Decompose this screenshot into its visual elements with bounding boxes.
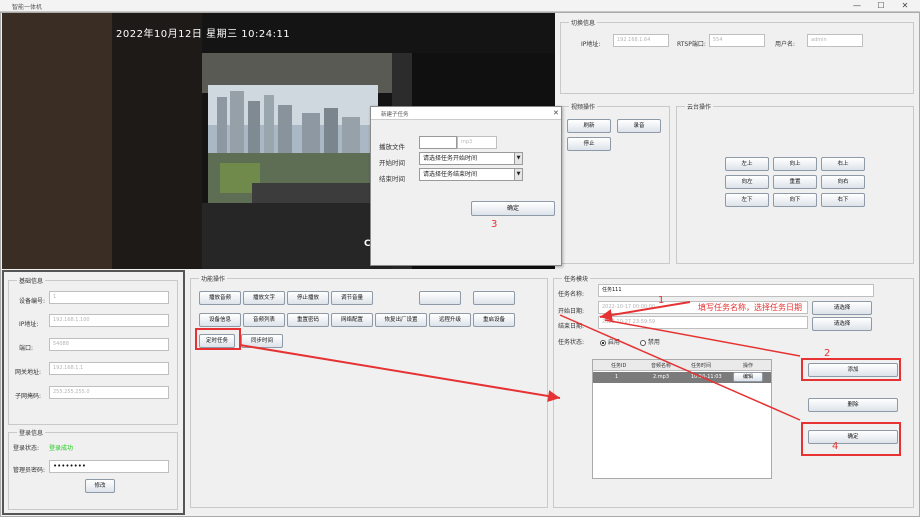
dialog-titlebar: 新建子任务 ✕ — [371, 107, 561, 120]
start-time-label: 开始时间 — [379, 159, 405, 167]
annotation-number-4: 4 — [832, 441, 839, 452]
chevron-down-icon: ▼ — [514, 153, 522, 164]
dialog-title: 新建子任务 — [381, 112, 409, 118]
play-file-ext-field[interactable]: mp3 — [457, 136, 497, 149]
annotation-note-1: 填写任务名称，选择任务日期 — [698, 303, 802, 312]
end-time-select[interactable]: 请选择任务结束时间 ▼ — [419, 168, 523, 181]
play-file-field[interactable] — [419, 136, 457, 149]
chevron-down-icon: ▼ — [514, 169, 522, 180]
start-time-value: 请选择任务开始时间 — [423, 155, 478, 162]
end-time-value: 请选择任务结束时间 — [423, 171, 478, 178]
line-add-to-dates — [604, 319, 801, 357]
new-subtask-dialog: 新建子任务 ✕ 播放文件 mp3 开始时间 请选择任务开始时间 ▼ 结束时间 请… — [370, 106, 562, 266]
arrow-to-task-name — [599, 301, 691, 321]
arrow-to-task-panel — [239, 344, 561, 402]
end-time-label: 结束时间 — [379, 175, 405, 183]
start-time-select[interactable]: 请选择任务开始时间 ▼ — [419, 152, 523, 165]
annotation-number-1: 1 — [658, 295, 665, 306]
dialog-close-button[interactable]: ✕ — [553, 109, 559, 117]
dialog-ok-button[interactable]: 确定 — [471, 201, 555, 216]
annotation-number-2: 2 — [824, 348, 831, 359]
annotation-number-3: 3 — [491, 219, 498, 230]
play-file-label: 播放文件 — [379, 143, 405, 151]
line-confirm-to-dates — [559, 314, 801, 421]
